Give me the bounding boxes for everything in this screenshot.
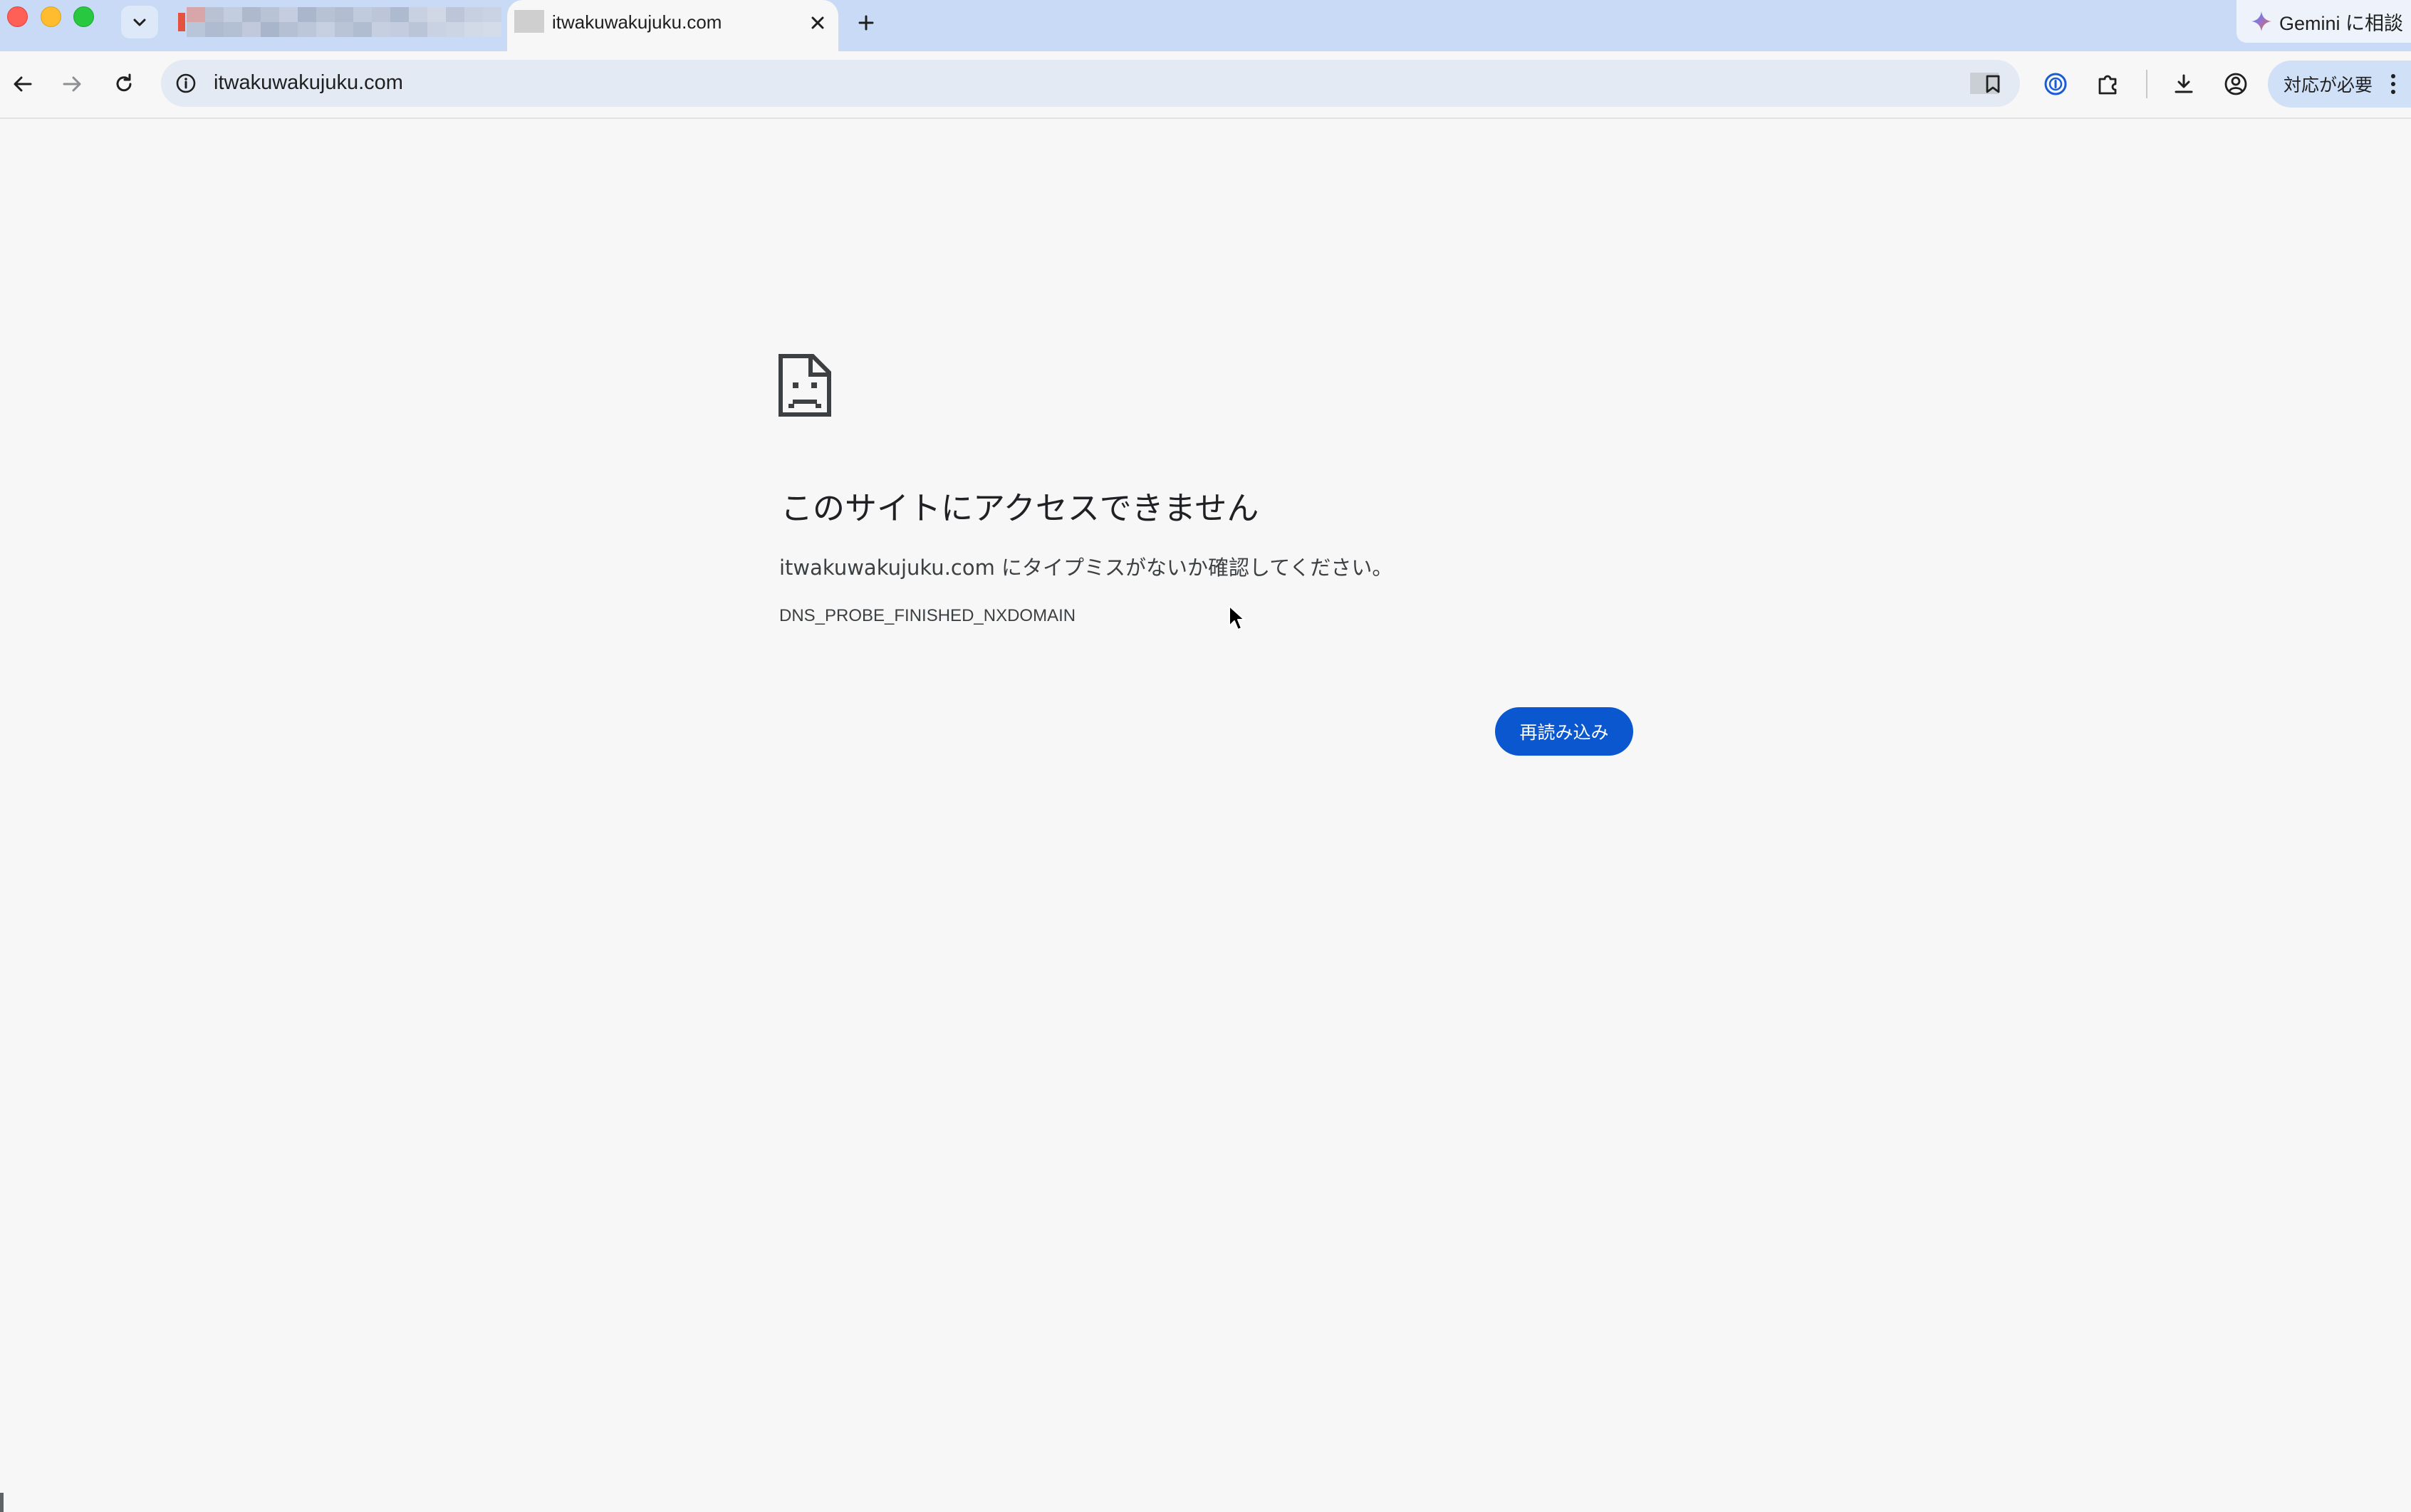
tab-title: itwakuwakujuku.com <box>552 11 722 33</box>
error-message: itwakuwakujuku.com にタイプミスがないか確認してください。 <box>779 556 1393 580</box>
mouse-cursor-icon <box>1229 605 1245 630</box>
menu-button[interactable] <box>2385 67 2402 101</box>
arrow-left-icon <box>14 76 32 92</box>
sad-document-icon <box>779 354 831 417</box>
reload-page-button[interactable]: 再読み込み <box>1495 707 1633 756</box>
info-icon <box>176 73 196 93</box>
new-tab-button[interactable] <box>852 9 880 37</box>
error-code: DNS_PROBE_FINISHED_NXDOMAIN <box>779 606 1076 625</box>
tab-close-button[interactable] <box>805 10 830 36</box>
reload-icon <box>116 73 132 92</box>
blurred-tab-content <box>178 7 501 37</box>
address-bar[interactable]: itwakuwakujuku.com <box>161 60 2020 107</box>
bookmark-button[interactable] <box>1980 71 2006 97</box>
kebab-menu-icon <box>2391 74 2395 94</box>
tab-favicon <box>514 10 544 33</box>
chevron-down-icon <box>133 19 146 26</box>
maximize-window-button[interactable] <box>73 6 94 27</box>
password-manager-button[interactable] <box>2038 67 2073 101</box>
password-manager-icon <box>2044 73 2067 95</box>
tab-active[interactable]: itwakuwakujuku.com <box>507 0 838 51</box>
plus-icon <box>858 15 874 31</box>
profile-icon <box>2224 73 2247 95</box>
tab-search-button[interactable] <box>121 6 158 38</box>
url-text[interactable]: itwakuwakujuku.com <box>214 71 403 95</box>
browser-window: itwakuwakujuku.com Gemini に相談 itwakuwaku… <box>0 0 2411 1512</box>
extensions-button[interactable] <box>2091 67 2125 101</box>
profile-button[interactable] <box>2219 67 2253 101</box>
bookmark-icon <box>1986 75 2000 93</box>
error-title: このサイトにアクセスできません <box>781 489 1259 527</box>
forward-button[interactable] <box>55 67 89 101</box>
gemini-sparkle-icon <box>2251 11 2271 31</box>
status-indicator <box>0 1493 4 1512</box>
back-button[interactable] <box>6 67 40 101</box>
close-icon <box>811 16 824 29</box>
gemini-button[interactable]: Gemini に相談 <box>2236 0 2411 43</box>
site-info-button[interactable] <box>171 68 201 98</box>
arrow-right-icon <box>63 76 81 92</box>
tab-strip: itwakuwakujuku.com Gemini に相談 <box>0 0 2411 51</box>
update-label: 対応が必要 <box>2284 75 2373 95</box>
toolbar-divider <box>2146 70 2147 98</box>
downloads-button[interactable] <box>2167 67 2201 101</box>
puzzle-icon <box>2098 75 2117 95</box>
error-page: このサイトにアクセスできません itwakuwakujuku.com にタイプミ… <box>0 119 2411 1512</box>
reload-button[interactable] <box>107 67 141 101</box>
toolbar: itwakuwakujuku.com 対応が必要 <box>0 51 2411 119</box>
gemini-label: Gemini に相談 <box>2279 12 2404 34</box>
download-icon <box>2175 74 2193 93</box>
tab-inactive[interactable] <box>171 0 506 48</box>
close-window-button[interactable] <box>7 6 28 27</box>
minimize-window-button[interactable] <box>41 6 61 27</box>
